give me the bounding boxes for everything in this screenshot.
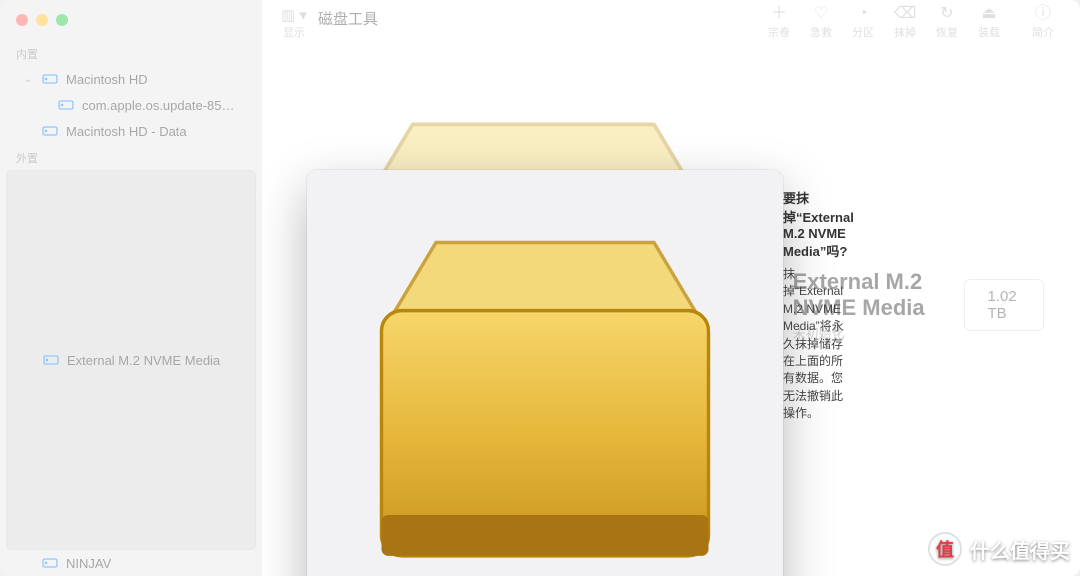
watermark-text: 什么值得买 bbox=[970, 535, 1070, 564]
watermark-icon: 值 bbox=[928, 532, 962, 566]
external-drive-icon bbox=[327, 188, 763, 576]
erase-dialog: 要抹掉“External M.2 NVME Media”吗? 抹掉“Extern… bbox=[307, 170, 783, 576]
disk-utility-window: 内置 ⌄ Macintosh HD com.apple.os.update-85… bbox=[0, 0, 1080, 576]
watermark: 值 什么值得买 bbox=[928, 532, 1070, 566]
dialog-message: 抹掉“External M.2 NVME Media”将永久抹掉储存在上面的所有… bbox=[783, 266, 854, 423]
dialog-heading: 要抹掉“External M.2 NVME Media”吗? bbox=[783, 188, 854, 260]
